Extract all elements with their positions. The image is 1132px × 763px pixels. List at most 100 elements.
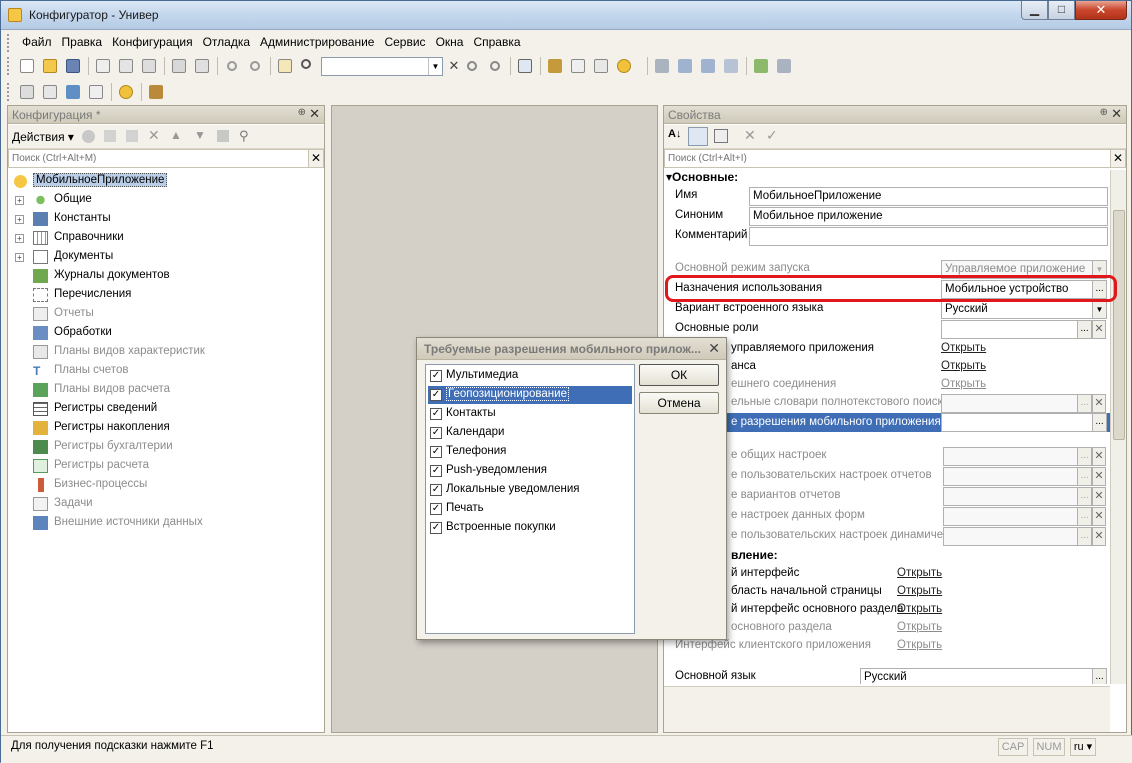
tree-item-processing[interactable]: Обработки	[8, 324, 324, 343]
sort-alpha-icon[interactable]: A↓	[668, 128, 681, 140]
permission-item-contacts[interactable]: ✓ Контакты	[428, 405, 632, 423]
select-button[interactable]: ...	[1077, 487, 1092, 506]
open-config-button[interactable]	[17, 82, 37, 102]
copy-item-icon[interactable]	[126, 130, 138, 142]
tree-item-tasks[interactable]: Задачи	[8, 495, 324, 514]
tree-item-chart-of-characteristics[interactable]: Планы видов характеристик	[8, 343, 324, 362]
start-debug-button[interactable]	[116, 82, 136, 102]
sort-icon[interactable]	[217, 130, 229, 142]
find-next-button[interactable]	[485, 56, 505, 76]
minimize-button[interactable]: ▁	[1021, 1, 1048, 20]
tree-item-accum-registers[interactable]: Регистры накопления	[8, 419, 324, 438]
pin-icon[interactable]: ⊕	[1100, 107, 1108, 118]
accept-icon[interactable]: ✓	[766, 127, 778, 144]
categories-button[interactable]	[688, 127, 708, 146]
permission-item-print[interactable]: ✓ Печать	[428, 500, 632, 518]
close-dialog-button[interactable]: ✕	[708, 340, 720, 357]
clear-search-icon[interactable]: ✕	[1110, 150, 1125, 167]
synonym-field[interactable]: Мобильное приложение	[749, 207, 1108, 226]
print-button[interactable]	[169, 56, 189, 76]
actions-menu-button[interactable]: Действия ▾	[12, 130, 74, 144]
search-button[interactable]	[298, 56, 318, 76]
close-panel-button[interactable]: ✕	[1111, 106, 1122, 122]
tree-item-info-registers[interactable]: Регистры сведений	[8, 400, 324, 419]
permission-item-multimedia[interactable]: ✓ Мультимедиа	[428, 367, 632, 385]
common-settings-field[interactable]	[943, 447, 1078, 466]
support-button[interactable]	[751, 56, 771, 76]
fulltext-field[interactable]	[941, 394, 1078, 413]
tree-item-common[interactable]: + Общие	[8, 191, 324, 210]
properties-search-input[interactable]	[665, 150, 1125, 167]
clear-icon[interactable]: ✕	[1092, 394, 1106, 413]
info-button[interactable]	[614, 56, 642, 76]
permission-item-push[interactable]: ✓ Push-уведомления	[428, 462, 632, 480]
checkbox-checked-icon[interactable]: ✓	[430, 370, 442, 382]
comment-field[interactable]	[749, 227, 1108, 246]
clear-search-icon[interactable]: ✕	[308, 150, 323, 167]
clear-icon[interactable]: ✕	[1092, 527, 1106, 546]
maximize-button[interactable]: □	[1048, 1, 1075, 20]
preview-button[interactable]	[192, 56, 212, 76]
user-reports-field[interactable]	[943, 467, 1078, 486]
templates-button[interactable]	[591, 56, 611, 76]
clear-icon[interactable]: ✕	[1092, 447, 1106, 466]
open-link[interactable]: Открыть	[897, 621, 942, 633]
checkbox-checked-icon[interactable]: ✓	[430, 522, 442, 534]
select-button[interactable]: ...	[1092, 413, 1107, 432]
select-button[interactable]: ...	[1077, 467, 1092, 486]
update-db-button[interactable]	[63, 82, 83, 102]
builtin-language-field[interactable]: Русский	[941, 300, 1093, 319]
property-list-icon[interactable]	[714, 129, 728, 143]
checkbox-checked-icon[interactable]: ✓	[430, 446, 442, 458]
windows-button[interactable]	[515, 56, 535, 76]
run-mode-button[interactable]	[146, 82, 176, 102]
tree-item-chart-of-accounts[interactable]: T Планы счетов	[8, 362, 324, 381]
main-roles-field[interactable]	[941, 320, 1078, 339]
scrollbar-thumb[interactable]	[1113, 210, 1125, 440]
open-link[interactable]: Открыть	[897, 585, 942, 597]
cut-button[interactable]	[93, 56, 113, 76]
checkbox-checked-icon[interactable]: ✓	[430, 484, 442, 496]
filter-icon[interactable]: ⚲	[239, 128, 249, 144]
checkbox-checked-icon[interactable]: ✓	[430, 427, 442, 439]
open-button[interactable]	[40, 56, 60, 76]
open-link[interactable]: Открыть	[897, 603, 942, 615]
mobile-permissions-field[interactable]	[941, 413, 1093, 432]
expand-icon[interactable]: +	[15, 215, 24, 224]
pin-icon[interactable]: ⊕	[298, 107, 306, 118]
properties-scrollbar[interactable]	[1110, 170, 1126, 684]
compare-button[interactable]	[675, 56, 695, 76]
new-button[interactable]	[17, 56, 37, 76]
clear-icon[interactable]: ✕	[1092, 320, 1106, 339]
permission-item-in-app-purchases[interactable]: ✓ Встроенные покупки	[428, 519, 632, 537]
dialog-title-bar[interactable]: Требуемые разрешения мобильного прилож..…	[417, 338, 726, 360]
tree-item-reports[interactable]: Отчеты	[8, 305, 324, 324]
permission-item-local-notifications[interactable]: ✓ Локальные уведомления	[428, 481, 632, 499]
main-language-field[interactable]: Русский	[860, 668, 1093, 684]
tree-item-catalogs[interactable]: + Справочники	[8, 229, 324, 248]
paste-button[interactable]	[139, 56, 159, 76]
clear-icon[interactable]: ✕	[1092, 467, 1106, 486]
tree-item-constants[interactable]: + Константы	[8, 210, 324, 229]
ok-button[interactable]: ОК	[639, 364, 719, 386]
close-window-button[interactable]: ✕	[1075, 1, 1127, 20]
add-icon[interactable]	[82, 130, 95, 143]
more-button[interactable]	[774, 56, 804, 76]
dynamic-list-field[interactable]	[943, 527, 1078, 546]
cancel-icon[interactable]: ✕	[744, 127, 756, 144]
update-button[interactable]	[721, 56, 741, 76]
copy-button[interactable]	[116, 56, 136, 76]
checkbox-checked-icon[interactable]: ✓	[430, 465, 442, 477]
menu-debug[interactable]: Отладка	[198, 32, 255, 52]
open-link[interactable]: Открыть	[941, 360, 986, 372]
redo-button[interactable]	[245, 56, 265, 76]
menu-file[interactable]: Файл	[17, 32, 57, 52]
tree-item-business-processes[interactable]: Бизнес-процессы	[8, 476, 324, 495]
menu-windows[interactable]: Окна	[431, 32, 469, 52]
search-combo[interactable]: ▼	[321, 56, 443, 76]
tree-item-acc-registers[interactable]: Регистры бухгалтерии	[8, 438, 324, 457]
clear-icon[interactable]: ✕	[1092, 487, 1106, 506]
form-data-field[interactable]	[943, 507, 1078, 526]
select-button[interactable]: ...	[1092, 668, 1107, 684]
tree-item-calc-registers[interactable]: Регистры расчета	[8, 457, 324, 476]
